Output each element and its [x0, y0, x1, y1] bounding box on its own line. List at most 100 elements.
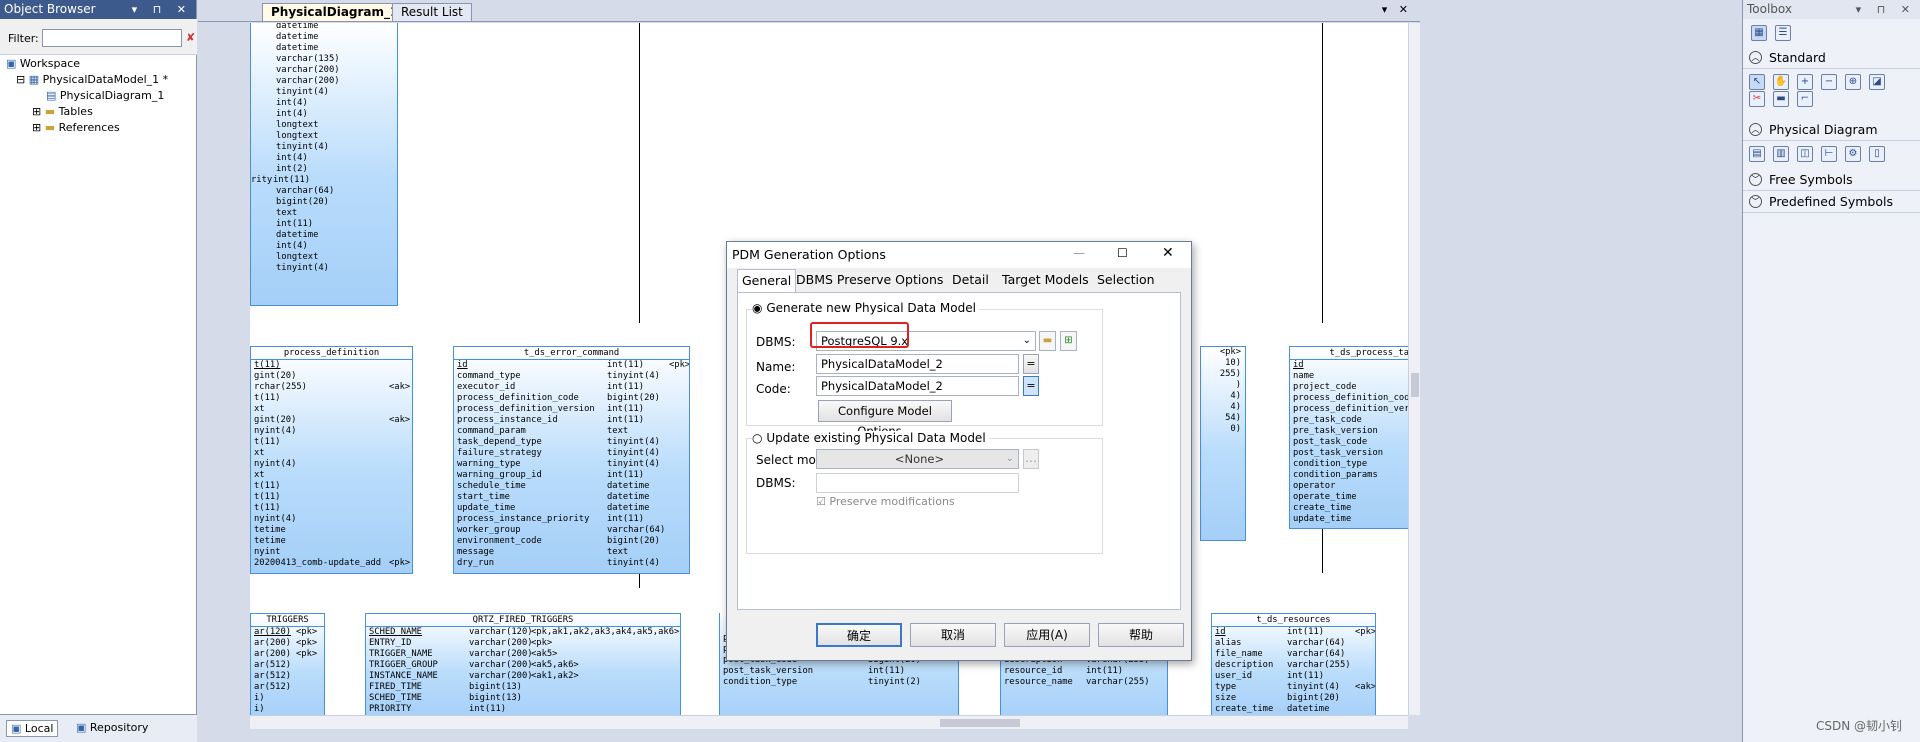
- preserve-modifications-checkbox[interactable]: ☑ Preserve modifications: [816, 495, 955, 508]
- clear-filter-icon[interactable]: ✘: [186, 31, 195, 44]
- toolbox-section-free-symbols[interactable]: ﹀ Free Symbols: [1743, 169, 1920, 191]
- entity-resources[interactable]: t_ds_resources id int(11) <pk> alias varchar(…: [1211, 613, 1376, 715]
- tab-result-list[interactable]: Result List: [392, 3, 472, 21]
- entity-process-definition[interactable]: process_definition t(11) gint(20) rchar(255…: [250, 346, 413, 574]
- delete-tool-icon[interactable]: ✂: [1749, 91, 1765, 107]
- browse-folder-icon[interactable]: ▬: [1039, 331, 1056, 351]
- minimize-icon[interactable]: —: [1073, 246, 1085, 260]
- toolbox-section-standard[interactable]: ︿ Standard: [1743, 47, 1920, 69]
- toolbox-panel-buttons[interactable]: ▾ ⊓ ✕: [1856, 0, 1916, 19]
- tab-general[interactable]: General: [737, 269, 797, 293]
- editor-window-buttons[interactable]: ▾ ✕: [1382, 3, 1412, 16]
- reference-tool-icon[interactable]: ⊢: [1821, 146, 1837, 162]
- entity-triggers[interactable]: TRIGGERS ar(120) <pk> ar(200) <pk> ar(200) <pk…: [250, 613, 325, 715]
- update-existing-radio[interactable]: ○ Update existing Physical Data Model: [752, 431, 989, 445]
- zoom-fit-icon[interactable]: ⊕: [1845, 74, 1861, 90]
- entity-row: ar(200) <pk>: [251, 638, 324, 649]
- entity-cell: tinyint(2): [868, 677, 921, 687]
- apply-button[interactable]: 应用(A): [1004, 623, 1090, 647]
- entity-cell: [389, 448, 412, 459]
- tab-target-models[interactable]: Target Models: [998, 269, 1093, 291]
- entity-process-task-relation-log[interactable]: t_ds_process_task_relation_logidint(11)<…: [1289, 346, 1408, 529]
- entity-row: xt: [251, 404, 412, 415]
- browse-model-icon[interactable]: …: [1023, 449, 1039, 469]
- entity-cell: post_task_code: [1293, 437, 1368, 447]
- entity-row: start_time datetime: [454, 492, 689, 503]
- tree-item-references[interactable]: ⊞ ▬ References: [6, 120, 196, 136]
- tab-detail[interactable]: Detail: [948, 269, 993, 291]
- properties-icon[interactable]: ◪: [1869, 74, 1885, 90]
- entity-row: t(11): [251, 393, 412, 404]
- entity-cell: i): [254, 693, 265, 703]
- help-button[interactable]: 帮助: [1098, 623, 1184, 647]
- entity-row: warning_type tinyint(4): [454, 459, 689, 470]
- entity-error-command[interactable]: t_ds_error_command id int(11) <pk> command_t…: [453, 346, 690, 574]
- link-icon[interactable]: ⌐: [1797, 91, 1813, 107]
- entity-partial-middle[interactable]: <pk> 10) 255)) 4) 4) 54) 0): [1200, 346, 1246, 541]
- entity-row: bigint(20): [251, 197, 397, 208]
- pointer-tool-icon[interactable]: ↖: [1749, 74, 1765, 90]
- entity-title: TRIGGERS: [251, 614, 324, 627]
- package-icon[interactable]: ▬: [1773, 91, 1789, 107]
- filter-input[interactable]: [42, 29, 182, 47]
- name-equal-button[interactable]: =: [1023, 354, 1039, 374]
- entity-cell: varchar(200): [276, 65, 340, 75]
- entity-row: tinyint(4): [251, 87, 397, 98]
- procedure-tool-icon[interactable]: ◫: [1797, 146, 1813, 162]
- code-equal-button[interactable]: =: [1023, 376, 1039, 396]
- toolbox-section-predefined-symbols[interactable]: ﹀ Predefined Symbols: [1743, 191, 1920, 213]
- gear-tool-icon[interactable]: ⚙: [1845, 146, 1861, 162]
- grid-view-icon[interactable]: ▦: [1751, 25, 1767, 41]
- entity-row: longtext: [251, 120, 397, 131]
- tree-item-model[interactable]: ⊟ ▦ PhysicalDataModel_1 *: [6, 72, 196, 88]
- close-icon[interactable]: ✕: [1162, 245, 1174, 261]
- tab-dbms-preserve-options[interactable]: DBMS Preserve Options: [792, 269, 947, 291]
- horizontal-scrollbar[interactable]: [250, 715, 1408, 729]
- collapse-icon[interactable]: ⊟: [16, 73, 25, 86]
- toolbox-section-physical-diagram[interactable]: ︿ Physical Diagram: [1743, 119, 1920, 141]
- entity-cell: ar(512): [254, 660, 292, 670]
- view-tool-icon[interactable]: ▥: [1773, 146, 1789, 162]
- entity-row: executor_id int(11): [454, 382, 689, 393]
- tab-selection[interactable]: Selection: [1093, 269, 1159, 291]
- toolbox-view-buttons: ▦ ☰: [1743, 19, 1920, 47]
- maximize-icon[interactable]: ☐: [1117, 246, 1128, 260]
- entity-qrtz-fired-triggers[interactable]: QRTZ_FIRED_TRIGGERS SCHED_NAME varchar(120…: [365, 613, 681, 715]
- ok-button[interactable]: 确定: [816, 623, 902, 647]
- dialog-title-bar: PDM Generation Options — ☐ ✕: [727, 242, 1191, 268]
- entity-row: int(11): [251, 219, 397, 230]
- name-field[interactable]: PhysicalDataModel_2: [816, 354, 1019, 374]
- editor-tab-strip: PhysicalDiagram_1 Result List ▾ ✕: [198, 0, 1420, 22]
- entity-cell: [389, 514, 412, 525]
- tab-physical-diagram[interactable]: PhysicalDiagram_1: [262, 3, 408, 21]
- add-dbms-icon[interactable]: ⊞: [1060, 331, 1077, 351]
- tab-repository[interactable]: ▣ Repository: [72, 720, 152, 735]
- expand-icon[interactable]: ⊞: [32, 121, 41, 134]
- tab-local[interactable]: ▣ Local: [6, 720, 59, 737]
- entity-row: environment_code bigint(20): [454, 536, 689, 547]
- panel-buttons[interactable]: ▾ ⊓ ✕: [132, 0, 192, 19]
- tree-item-workspace[interactable]: ▣ Workspace: [6, 56, 196, 72]
- cancel-button[interactable]: 取消: [910, 623, 996, 647]
- vertical-scrollbar[interactable]: [1408, 23, 1420, 715]
- zoom-out-icon[interactable]: −: [1821, 74, 1837, 90]
- entity-top-partial[interactable]: datetime datetime datetime varchar(135) varc…: [250, 23, 398, 306]
- code-field[interactable]: PhysicalDataModel_2: [816, 376, 1019, 396]
- entity-cell: [669, 481, 689, 492]
- list-view-icon[interactable]: ☰: [1775, 25, 1791, 41]
- zoom-in-icon[interactable]: +: [1797, 74, 1813, 90]
- entity-cell: [1355, 649, 1375, 660]
- entity-cell: <pk>: [296, 638, 318, 648]
- horizontal-scroll-thumb[interactable]: [940, 719, 1020, 727]
- table-tool-icon[interactable]: ▤: [1749, 146, 1765, 162]
- tree-item-diagram[interactable]: ▤ PhysicalDiagram_1: [6, 88, 196, 104]
- toolbox-title-bar: Toolbox ▾ ⊓ ✕: [1743, 0, 1920, 19]
- file-tool-icon[interactable]: ▯: [1869, 146, 1885, 162]
- vertical-scroll-thumb[interactable]: [1411, 373, 1419, 397]
- tree-item-tables[interactable]: ⊞ ▬ Tables: [6, 104, 196, 120]
- generate-new-radio[interactable]: ◉ Generate new Physical Data Model: [752, 301, 979, 315]
- expand-icon[interactable]: ⊞: [32, 105, 41, 118]
- select-model-dropdown[interactable]: <None> ⌄: [816, 449, 1019, 469]
- configure-model-options-button[interactable]: Configure Model Options...: [818, 400, 952, 438]
- grabber-tool-icon[interactable]: ✋: [1773, 74, 1789, 90]
